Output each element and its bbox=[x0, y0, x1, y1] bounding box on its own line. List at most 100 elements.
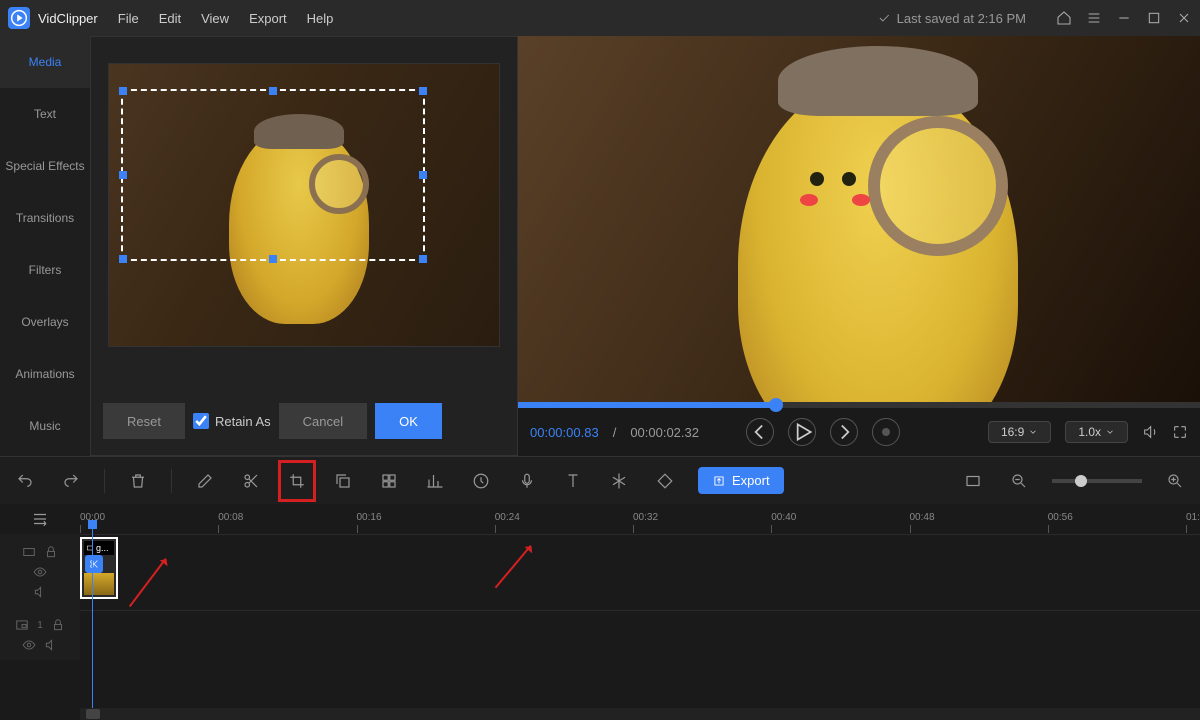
timeline-options-button[interactable] bbox=[0, 504, 80, 534]
crop-handle-br[interactable] bbox=[419, 255, 427, 263]
playback-speed-select[interactable]: 1.0x bbox=[1065, 421, 1128, 443]
crop-handle-tr[interactable] bbox=[419, 87, 427, 95]
menu-icon[interactable] bbox=[1086, 10, 1102, 26]
preview-pane: 00:00:00.83 / 00:00:02.32 16:9 1.0x bbox=[518, 36, 1200, 456]
crop-handle-bl[interactable] bbox=[119, 255, 127, 263]
maximize-icon[interactable] bbox=[1146, 10, 1162, 26]
preview-video[interactable] bbox=[518, 36, 1200, 402]
app-name: VidClipper bbox=[38, 11, 98, 26]
text-tool[interactable] bbox=[560, 468, 586, 494]
zoom-slider-knob[interactable] bbox=[1075, 475, 1087, 487]
crop-preview[interactable] bbox=[108, 63, 500, 347]
delete-button[interactable] bbox=[125, 468, 151, 494]
reset-button[interactable]: Reset bbox=[103, 403, 185, 439]
close-icon[interactable] bbox=[1176, 10, 1192, 26]
record-button[interactable] bbox=[872, 418, 900, 446]
keyframe-tool[interactable] bbox=[652, 468, 678, 494]
sidebar-tab-animations[interactable]: Animations bbox=[0, 348, 90, 400]
zoom-in-button[interactable] bbox=[1162, 468, 1188, 494]
scrub-bar[interactable] bbox=[518, 402, 1200, 408]
track-2-lane[interactable] bbox=[80, 610, 1200, 660]
time-tick: 00:08 bbox=[218, 512, 243, 523]
menu-help[interactable]: Help bbox=[307, 11, 334, 26]
time-tick: 01:04 bbox=[1186, 512, 1200, 523]
sidebar-tab-filters[interactable]: Filters bbox=[0, 244, 90, 296]
save-status: Last saved at 2:16 PM bbox=[877, 11, 1026, 26]
time-tick: 00:24 bbox=[495, 512, 520, 523]
sound-icon[interactable] bbox=[33, 585, 47, 599]
track-2-controls: 1 bbox=[0, 610, 80, 660]
mosaic-tool[interactable] bbox=[376, 468, 402, 494]
clip-label: g... bbox=[84, 541, 114, 555]
sidebar-tab-overlays[interactable]: Overlays bbox=[0, 296, 90, 348]
crop-handle-tl[interactable] bbox=[119, 87, 127, 95]
sound-icon[interactable] bbox=[44, 638, 58, 652]
timeline-scrollbar[interactable] bbox=[80, 708, 1200, 720]
crop-handle-tm[interactable] bbox=[269, 87, 277, 95]
time-separator: / bbox=[613, 425, 617, 440]
export-icon bbox=[712, 474, 726, 488]
time-ruler[interactable]: 00:0000:0800:1600:2400:3200:4000:4800:56… bbox=[80, 504, 1200, 534]
toolbar: Export bbox=[0, 456, 1200, 504]
timeline-clip[interactable]: g... bbox=[80, 537, 118, 599]
zoom-slider[interactable] bbox=[1052, 479, 1142, 483]
edit-tool[interactable] bbox=[192, 468, 218, 494]
home-icon[interactable] bbox=[1056, 10, 1072, 26]
titlebar: VidClipper File Edit View Export Help La… bbox=[0, 0, 1200, 36]
cancel-button[interactable]: Cancel bbox=[279, 403, 367, 439]
menu-bar: File Edit View Export Help bbox=[118, 11, 334, 26]
crop-selection[interactable] bbox=[121, 89, 425, 261]
menu-export[interactable]: Export bbox=[249, 11, 287, 26]
mic-tool[interactable] bbox=[514, 468, 540, 494]
crop-tool[interactable] bbox=[284, 468, 310, 494]
redo-button[interactable] bbox=[58, 468, 84, 494]
sidebar-tab-effects[interactable]: Special Effects bbox=[0, 140, 90, 192]
prev-frame-button[interactable] bbox=[746, 418, 774, 446]
menu-view[interactable]: View bbox=[201, 11, 229, 26]
zoom-out-button[interactable] bbox=[1006, 468, 1032, 494]
stats-tool[interactable] bbox=[422, 468, 448, 494]
track-1-lane[interactable]: g... bbox=[80, 534, 1200, 610]
timeline: 00:0000:0800:1600:2400:3200:4000:4800:56… bbox=[0, 504, 1200, 720]
retain-aspect-label: Retain As bbox=[215, 414, 271, 429]
eye-icon[interactable] bbox=[22, 638, 36, 652]
split-tool[interactable] bbox=[238, 468, 264, 494]
play-button[interactable] bbox=[788, 418, 816, 446]
freeze-tool[interactable] bbox=[606, 468, 632, 494]
fullscreen-icon[interactable] bbox=[1172, 424, 1188, 440]
lock-icon[interactable] bbox=[51, 618, 65, 632]
sidebar-tab-transitions[interactable]: Transitions bbox=[0, 192, 90, 244]
crop-handle-ml[interactable] bbox=[119, 171, 127, 179]
retain-aspect-checkbox[interactable]: Retain As bbox=[193, 413, 271, 429]
sidebar-tab-media[interactable]: Media bbox=[0, 36, 90, 88]
duration-time: 00:00:02.32 bbox=[630, 425, 699, 440]
menu-file[interactable]: File bbox=[118, 11, 139, 26]
lock-icon[interactable] bbox=[44, 545, 58, 559]
sidebar-tab-music[interactable]: Music bbox=[0, 400, 90, 452]
undo-button[interactable] bbox=[12, 468, 38, 494]
chevron-down-icon bbox=[1105, 427, 1115, 437]
speed-tool[interactable] bbox=[468, 468, 494, 494]
aspect-ratio-select[interactable]: 16:9 bbox=[988, 421, 1051, 443]
minimize-icon[interactable] bbox=[1116, 10, 1132, 26]
copy-tool[interactable] bbox=[330, 468, 356, 494]
time-tick: 00:16 bbox=[357, 512, 382, 523]
track-1-controls bbox=[0, 534, 80, 610]
time-tick: 00:48 bbox=[910, 512, 935, 523]
app-logo bbox=[8, 7, 30, 29]
crop-handle-mr[interactable] bbox=[419, 171, 427, 179]
next-frame-button[interactable] bbox=[830, 418, 858, 446]
crop-panel: Reset Retain As Cancel OK bbox=[90, 36, 518, 456]
eye-icon[interactable] bbox=[33, 565, 47, 579]
retain-aspect-input[interactable] bbox=[193, 413, 209, 429]
export-button[interactable]: Export bbox=[698, 467, 784, 494]
sidebar-tab-text[interactable]: Text bbox=[0, 88, 90, 140]
ok-button[interactable]: OK bbox=[375, 403, 442, 439]
transport-bar: 00:00:00.83 / 00:00:02.32 16:9 1.0x bbox=[518, 408, 1200, 456]
playhead[interactable] bbox=[92, 520, 93, 720]
volume-icon[interactable] bbox=[1142, 424, 1158, 440]
menu-edit[interactable]: Edit bbox=[159, 11, 181, 26]
time-tick: 00:40 bbox=[771, 512, 796, 523]
crop-handle-bm[interactable] bbox=[269, 255, 277, 263]
fit-tool[interactable] bbox=[960, 468, 986, 494]
